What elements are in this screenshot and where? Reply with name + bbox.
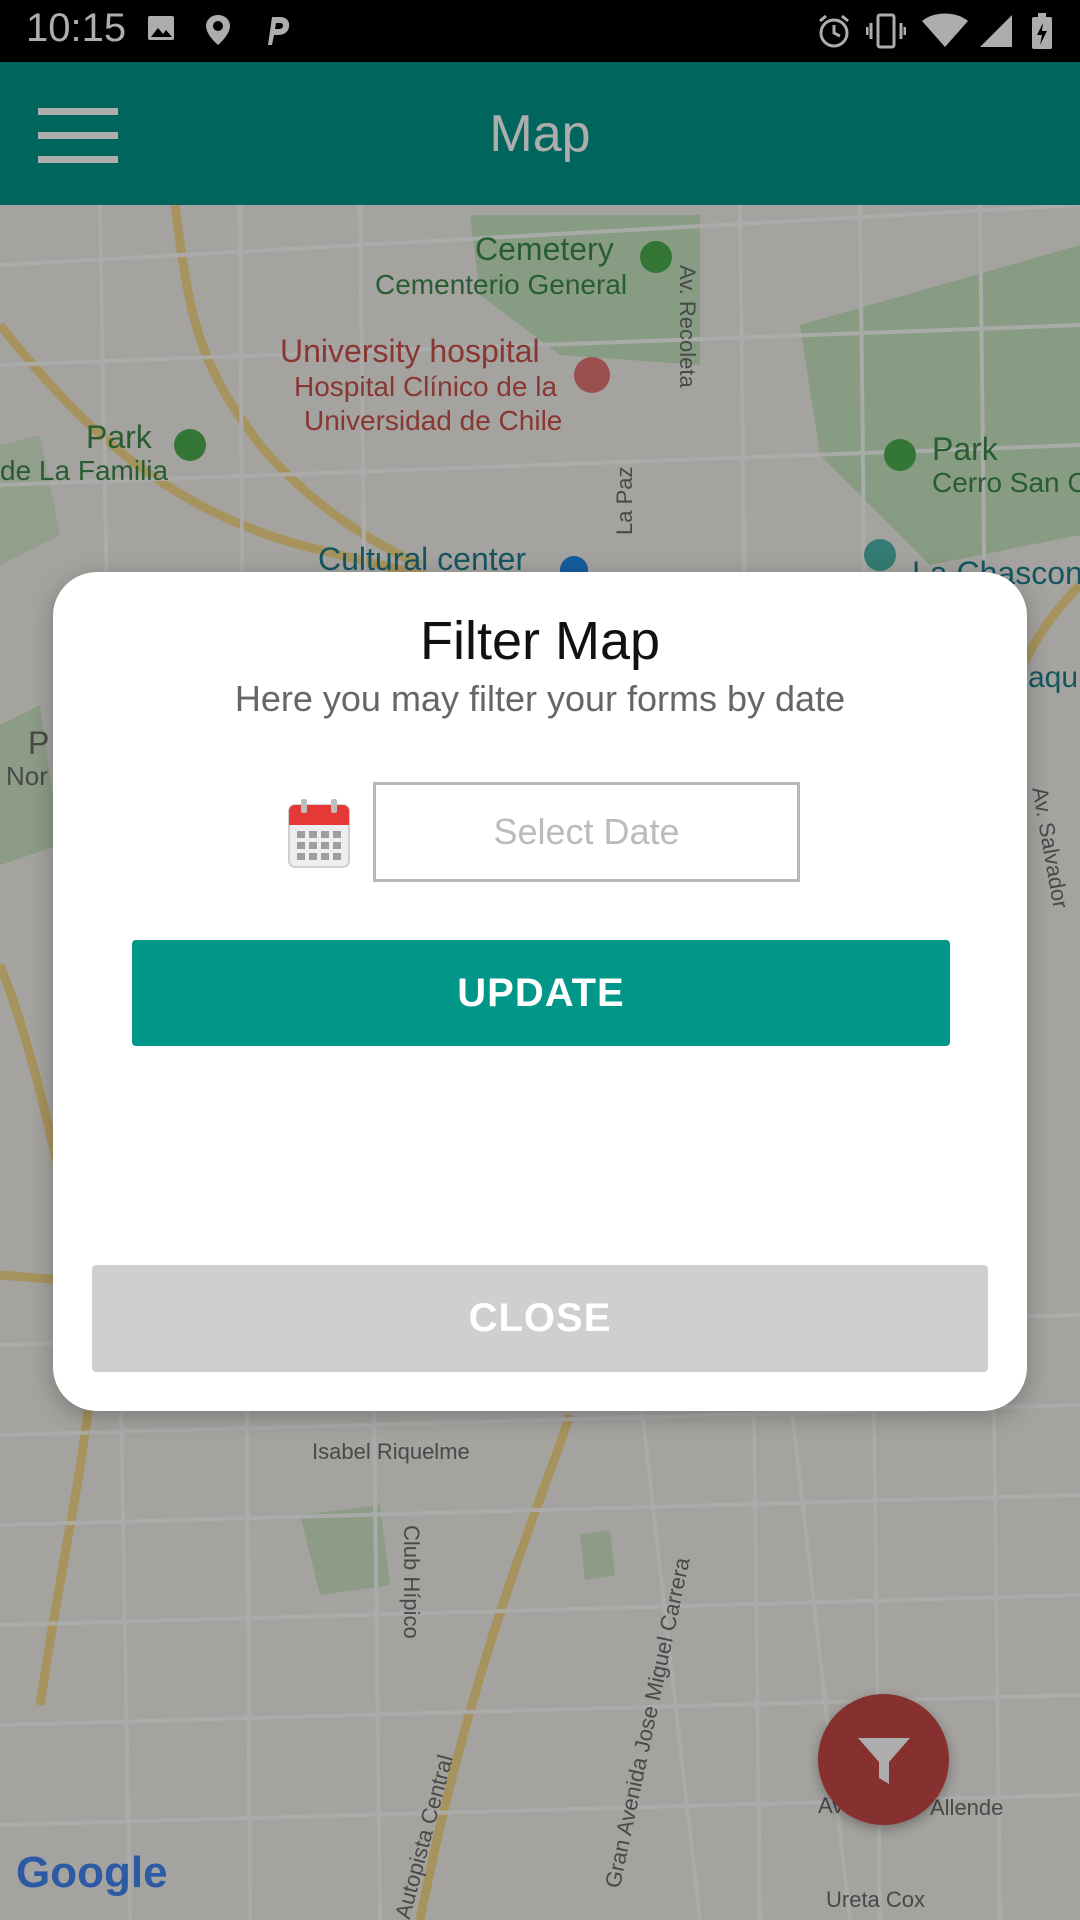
update-button[interactable]: UPDATE — [132, 940, 950, 1046]
close-button[interactable]: CLOSE — [92, 1265, 988, 1372]
select-date-input[interactable] — [373, 782, 800, 882]
dialog-subtitle: Here you may filter your forms by date — [234, 678, 846, 719]
calendar-icon[interactable] — [287, 797, 351, 869]
dialog-title: Filter Map — [419, 611, 661, 671]
filter-map-dialog: Filter Map Here you may filter your form… — [53, 572, 1027, 1411]
